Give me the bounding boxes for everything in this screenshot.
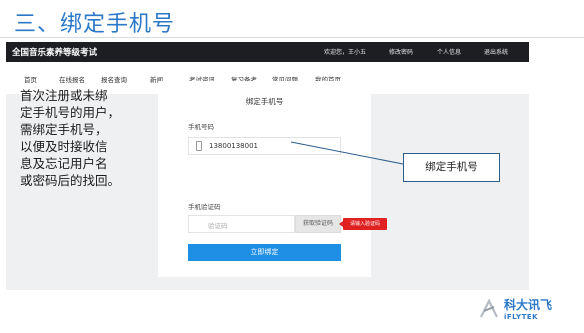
- iflytek-logo: 科大讯飞 iFLYTEK: [478, 296, 578, 328]
- callout-box: 绑定手机号: [403, 153, 500, 182]
- logo-name-en: iFLYTEK: [504, 313, 539, 321]
- iflytek-logo-icon: [480, 298, 498, 318]
- leader-line: [290, 141, 404, 165]
- logo-name-cn: 科大讯飞: [504, 298, 553, 312]
